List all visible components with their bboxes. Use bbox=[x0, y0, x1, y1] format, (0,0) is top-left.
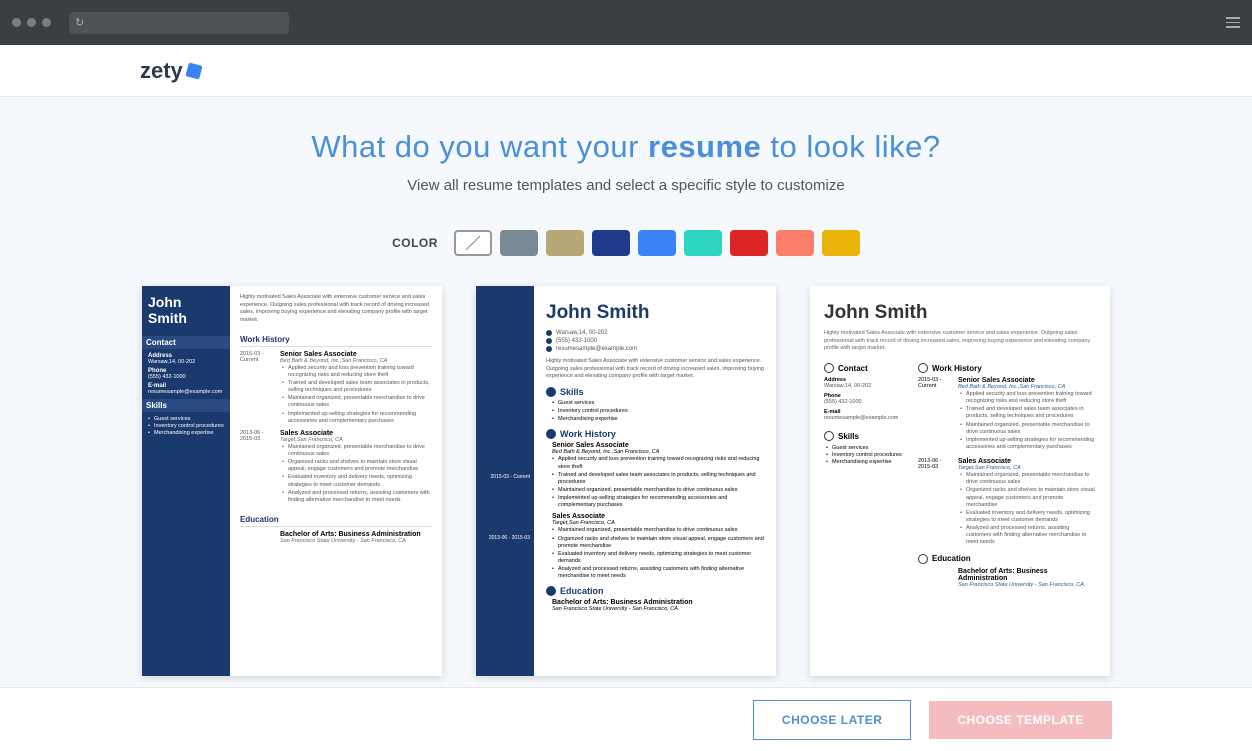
template-card-3[interactable]: John Smith Highly motivated Sales Associ… bbox=[810, 286, 1110, 676]
skills-heading: Skills bbox=[142, 399, 230, 412]
resume-name: John Smith bbox=[546, 302, 764, 324]
skills-icon bbox=[824, 431, 834, 441]
color-swatch-6[interactable] bbox=[776, 230, 814, 256]
color-swatch-3[interactable] bbox=[638, 230, 676, 256]
color-swatch-4[interactable] bbox=[684, 230, 722, 256]
education-icon bbox=[546, 586, 556, 596]
template-grid: John Smith Contact Address Warsaw,14, 00… bbox=[0, 286, 1252, 676]
window-dots bbox=[12, 18, 51, 27]
color-swatch-7[interactable] bbox=[822, 230, 860, 256]
title-pre: What do you want your bbox=[311, 129, 648, 164]
logo-mark-icon bbox=[185, 62, 202, 79]
title-post: to look like? bbox=[761, 129, 940, 164]
color-picker: COLOR bbox=[0, 230, 1252, 256]
title-section: What do you want your resume to look lik… bbox=[0, 97, 1252, 202]
work-icon bbox=[918, 363, 928, 373]
app-header: zety bbox=[0, 45, 1252, 97]
template-card-2[interactable]: 2015-03 - Current 2013-06 - 2015-03 John… bbox=[476, 286, 776, 676]
resume-name: John Smith bbox=[824, 302, 1096, 324]
color-swatch-5[interactable] bbox=[730, 230, 768, 256]
color-swatch-1[interactable] bbox=[546, 230, 584, 256]
work-heading: Work History bbox=[240, 331, 432, 347]
choose-later-button[interactable]: CHOOSE LATER bbox=[753, 700, 911, 740]
phone-icon bbox=[546, 338, 552, 344]
work-icon bbox=[546, 429, 556, 439]
location-icon bbox=[546, 330, 552, 336]
color-swatch-2[interactable] bbox=[592, 230, 630, 256]
education-heading: Education bbox=[240, 511, 432, 527]
url-bar[interactable]: ↻ bbox=[69, 12, 289, 34]
contact-heading: Contact bbox=[142, 336, 230, 349]
color-swatch-0[interactable] bbox=[500, 230, 538, 256]
maximize-dot[interactable] bbox=[42, 18, 51, 27]
color-swatch-none[interactable] bbox=[454, 230, 492, 256]
color-label: COLOR bbox=[392, 236, 438, 250]
resume-name: John Smith bbox=[148, 294, 224, 326]
footer-bar: CHOOSE LATER CHOOSE TEMPLATE bbox=[0, 687, 1252, 751]
email-icon bbox=[546, 346, 552, 352]
browser-chrome: ↻ bbox=[0, 0, 1252, 45]
choose-template-button[interactable]: CHOOSE TEMPLATE bbox=[929, 701, 1112, 739]
hamburger-icon[interactable] bbox=[1226, 17, 1240, 28]
skills-icon bbox=[546, 387, 556, 397]
refresh-icon[interactable]: ↻ bbox=[75, 16, 84, 29]
close-dot[interactable] bbox=[12, 18, 21, 27]
contact-icon bbox=[824, 363, 834, 373]
page-subtitle: View all resume templates and select a s… bbox=[0, 177, 1252, 194]
template-card-1[interactable]: John Smith Contact Address Warsaw,14, 00… bbox=[142, 286, 442, 676]
logo[interactable]: zety bbox=[140, 58, 201, 84]
minimize-dot[interactable] bbox=[27, 18, 36, 27]
logo-text: zety bbox=[140, 58, 183, 84]
title-bold: resume bbox=[648, 129, 761, 164]
education-icon bbox=[918, 554, 928, 564]
page-title: What do you want your resume to look lik… bbox=[0, 129, 1252, 165]
